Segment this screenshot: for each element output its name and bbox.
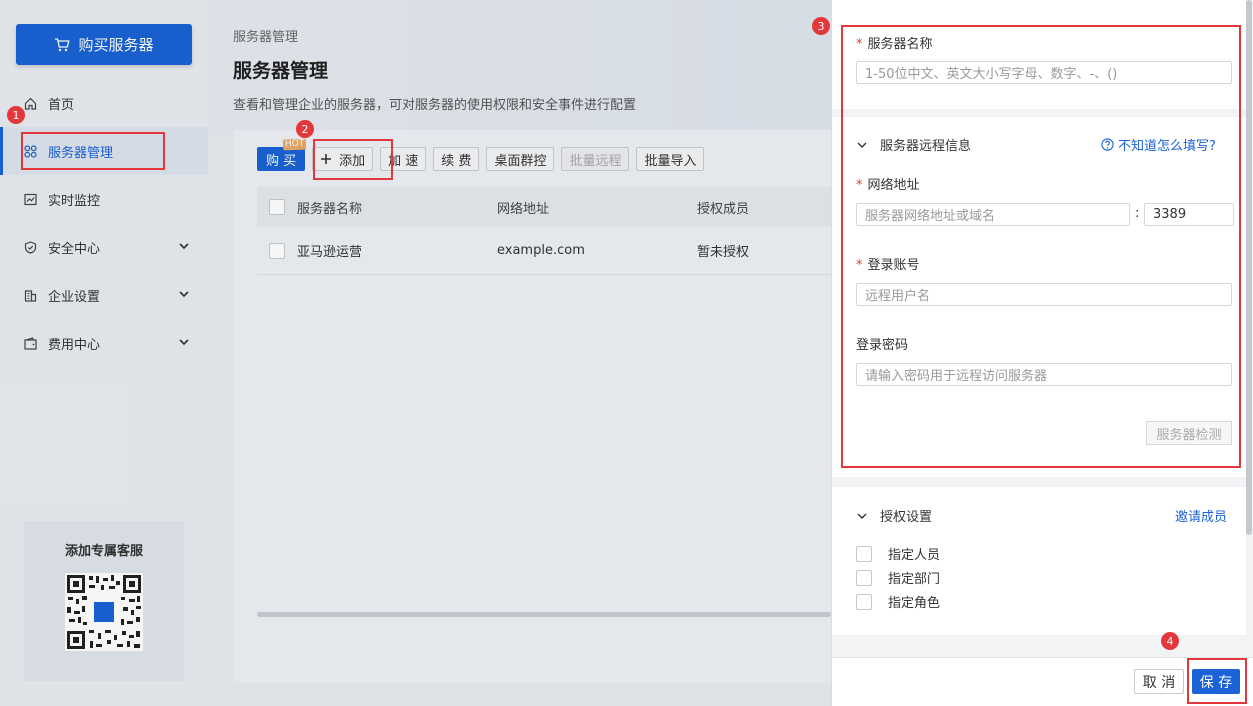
- authorization-section: 授权设置 邀请成员 指定人员 指定部门 指定角色: [832, 487, 1246, 635]
- authorization-header[interactable]: 授权设置: [856, 506, 932, 525]
- auth-option-person[interactable]: 指定人员: [856, 544, 940, 563]
- annotation-marker-1: 1: [7, 106, 25, 124]
- auth-option-role[interactable]: 指定角色: [856, 592, 940, 611]
- annotation-box-2: [313, 139, 393, 180]
- auth-option-checkbox[interactable]: [856, 569, 872, 586]
- annotation-box-1: [21, 132, 165, 170]
- authorization-title: 授权设置: [880, 510, 933, 525]
- annotation-marker-4: 4: [1161, 632, 1179, 650]
- auth-option-label: 指定角色: [888, 596, 941, 611]
- auth-option-checkbox[interactable]: [856, 545, 872, 562]
- annotation-marker-2: 2: [296, 120, 314, 138]
- annotation-box-3: [841, 25, 1241, 468]
- chevron-down-icon: [857, 513, 867, 519]
- annotation-box-4: [1187, 658, 1247, 704]
- invite-member-link[interactable]: 邀请成员: [1175, 506, 1227, 525]
- annotation-marker-3: 3: [812, 17, 830, 35]
- auth-option-department[interactable]: 指定部门: [856, 568, 940, 587]
- vertical-scrollbar[interactable]: [1246, 0, 1252, 535]
- overlay-mask[interactable]: [0, 0, 831, 706]
- auth-option-label: 指定部门: [888, 572, 941, 587]
- auth-option-label: 指定人员: [888, 548, 941, 563]
- cancel-button[interactable]: 取 消: [1134, 669, 1184, 694]
- auth-option-checkbox[interactable]: [856, 593, 872, 610]
